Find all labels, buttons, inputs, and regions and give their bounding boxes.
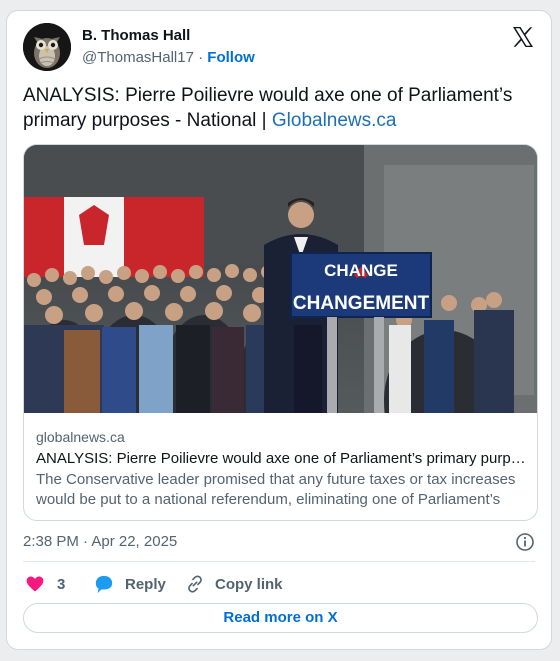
copy-link-action[interactable]: Copy link: [185, 573, 283, 595]
tweet-text: ANALYSIS: Pierre Poilievre would axe one…: [23, 83, 543, 133]
tweet-link[interactable]: Globalnews.ca: [272, 110, 397, 131]
heart-icon: [26, 576, 44, 592]
link-description: The Conservative leader promised that an…: [36, 471, 516, 508]
author-name[interactable]: B. Thomas Hall: [82, 27, 190, 44]
link-preview-image[interactable]: CHANGE CHANGEMENT: [24, 145, 538, 413]
author-handle[interactable]: @ThomasHall17: [82, 49, 194, 66]
follow-button[interactable]: Follow: [207, 49, 255, 66]
info-icon[interactable]: [515, 532, 535, 552]
read-more-button[interactable]: Read more on X: [23, 603, 538, 633]
link-preview-card[interactable]: CHANGE CHANGEMENT globalnews.ca ANALYSIS…: [23, 144, 538, 521]
podium-text-line2: CHANGEMENT: [293, 293, 430, 314]
link-domain: globalnews.ca: [36, 429, 125, 445]
author-handle-row: @ThomasHall17 · Follow: [82, 49, 255, 66]
x-logo-icon[interactable]: [511, 25, 535, 49]
like-action[interactable]: 3: [25, 573, 65, 595]
divider: [23, 561, 535, 562]
tweet-timestamp[interactable]: 2:38 PM · Apr 22, 2025: [23, 533, 177, 550]
reply-label: Reply: [125, 575, 166, 593]
copy-link-label: Copy link: [215, 575, 283, 593]
like-count: 3: [57, 575, 66, 593]
tweet-actions: 3 Reply Copy link: [23, 573, 523, 597]
handle-separator: ·: [198, 49, 204, 66]
reply-bubble-icon: [95, 575, 113, 594]
reply-action[interactable]: Reply: [93, 573, 166, 595]
embedded-tweet-card: B. Thomas Hall @ThomasHall17 · Follow AN…: [6, 10, 552, 650]
link-preview-meta: globalnews.ca ANALYSIS: Pierre Poilievre…: [36, 429, 526, 510]
owl-avatar-icon: [23, 23, 71, 71]
avatar[interactable]: [23, 23, 71, 71]
link-title[interactable]: ANALYSIS: Pierre Poilievre would axe one…: [36, 450, 526, 467]
podium-text-line1: CHANGE: [324, 261, 398, 280]
tweet-body: ANALYSIS: Pierre Poilievre would axe one…: [23, 85, 513, 131]
link-icon: [188, 575, 202, 593]
